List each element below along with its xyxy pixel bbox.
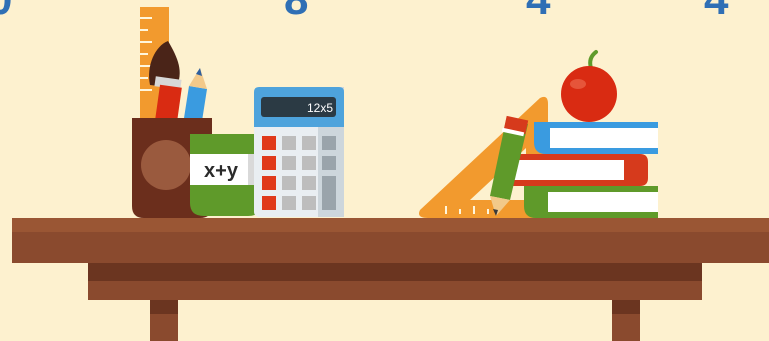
calculator-icon: 12x5 — [254, 87, 344, 217]
apple-icon — [561, 50, 617, 122]
scene: 0 8 4 4 — [0, 0, 769, 341]
calculator-display: 12x5 — [307, 101, 333, 115]
top-glyph-1: 0 — [0, 0, 12, 24]
top-glyph-2: 8 — [284, 0, 308, 24]
shelf — [12, 218, 769, 300]
mug-label: x+y — [204, 160, 239, 182]
top-glyphs: 0 8 4 4 — [0, 0, 729, 24]
top-glyph-4: 4 — [704, 0, 729, 24]
blue-pencil-icon — [184, 68, 207, 121]
top-glyph-3: 4 — [526, 0, 551, 24]
